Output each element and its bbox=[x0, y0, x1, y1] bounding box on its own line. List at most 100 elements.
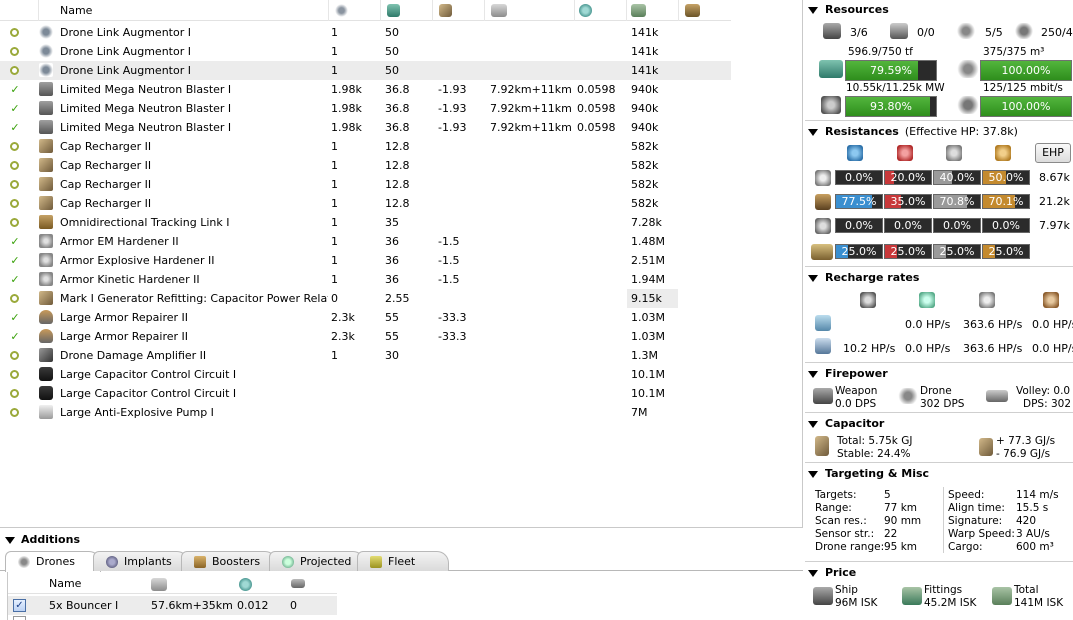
module-row[interactable]: Drone Link Augmentor I 1 50 141k bbox=[0, 42, 731, 61]
drone-row[interactable]: ✓ 5x Bouncer I 57.6km+35km 0.012 0 bbox=[8, 596, 337, 615]
module-icon-cell bbox=[0, 327, 56, 346]
module-range bbox=[490, 61, 575, 80]
module-row[interactable]: Cap Recharger II 1 12.8 582k bbox=[0, 137, 731, 156]
module-icon-cell bbox=[0, 384, 56, 403]
module-row[interactable]: Drone Link Augmentor I 1 50 141k bbox=[0, 23, 731, 42]
targeting-section-header[interactable]: Targeting & Misc bbox=[805, 466, 1073, 482]
capacitor-section-header[interactable]: Capacitor bbox=[805, 416, 1073, 432]
capacitor-recharge-icon bbox=[1043, 292, 1059, 308]
misc-key: Signature: bbox=[948, 515, 1003, 527]
col-name-header[interactable]: Name bbox=[38, 0, 328, 21]
resist-bar: 50.0% bbox=[982, 170, 1030, 185]
capacitor-icon bbox=[815, 436, 829, 456]
cpu-icon bbox=[387, 4, 400, 17]
module-row[interactable]: Drone Link Augmentor I 1 50 141k bbox=[0, 61, 731, 80]
module-range bbox=[490, 23, 575, 42]
firepower-title: Firepower bbox=[825, 367, 888, 380]
module-name: Mark I Generator Refitting: Capacitor Po… bbox=[60, 292, 328, 305]
module-cpu: 30 bbox=[385, 349, 399, 362]
targeting-value: 90 mm bbox=[884, 515, 922, 527]
resources-section-header[interactable]: Resources bbox=[805, 2, 1073, 18]
additions-header[interactable]: Additions bbox=[0, 531, 803, 549]
module-row[interactable]: Large Capacitor Control Circuit I 10.1M bbox=[0, 384, 731, 403]
module-range bbox=[490, 346, 575, 365]
module-row[interactable]: ✓ Armor Explosive Hardener II 1 36 -1.5 2.51M bbox=[0, 251, 731, 270]
velocity-icon[interactable] bbox=[291, 579, 305, 588]
tab-drones[interactable]: Drones bbox=[5, 551, 101, 572]
module-row[interactable]: ✓ Armor EM Hardener II 1 36 -1.5 1.48M bbox=[0, 232, 731, 251]
module-row[interactable]: Large Capacitor Control Circuit I 10.1M bbox=[0, 365, 731, 384]
tab-projected[interactable]: Projected bbox=[269, 551, 365, 571]
range-icon[interactable] bbox=[151, 578, 167, 591]
resist-value: 50.0% bbox=[988, 171, 1024, 184]
module-row[interactable]: Mark I Generator Refitting: Capacitor Po… bbox=[0, 289, 731, 308]
module-price: 10.1M bbox=[631, 387, 665, 400]
module-icon-cell bbox=[0, 137, 56, 156]
module-price: 141k bbox=[631, 64, 659, 77]
targeting-key: Targets: bbox=[815, 489, 857, 501]
resist-bar: 77.5% bbox=[835, 194, 883, 209]
module-row[interactable]: ✓ Armor Kinetic Hardener II 1 36 -1.5 1.94M bbox=[0, 270, 731, 289]
module-row[interactable]: ✓ Limited Mega Neutron Blaster I 1.98k 36.8… bbox=[0, 118, 731, 137]
col-range-header[interactable] bbox=[484, 0, 574, 21]
drone-bay-volume-bar: 100.00% bbox=[980, 60, 1072, 81]
ehp-toggle-button[interactable]: EHP bbox=[1035, 143, 1071, 163]
module-row[interactable]: Cap Recharger II 1 12.8 582k bbox=[0, 156, 731, 175]
tracking-icon[interactable] bbox=[239, 578, 252, 591]
col-cpu-header[interactable] bbox=[380, 0, 432, 21]
tab-boosters[interactable]: Boosters bbox=[181, 551, 277, 571]
drone-damage-amplifier-icon bbox=[39, 348, 53, 362]
module-row[interactable]: Large Anti-Explosive Pump I 7M bbox=[0, 403, 731, 422]
resist-value: 40.0% bbox=[939, 171, 975, 184]
module-cpu: 55 bbox=[385, 311, 399, 324]
module-drone-bandwidth: 1 bbox=[331, 273, 338, 286]
module-tracking bbox=[577, 156, 627, 175]
resist-bar: 70.1% bbox=[982, 194, 1030, 209]
drone-col-name[interactable]: Name bbox=[49, 574, 81, 593]
resistances-section-header[interactable]: Resistances (Effective HP: 37.8k) bbox=[805, 124, 1073, 140]
price-section-header[interactable]: Price bbox=[805, 565, 1073, 581]
blaster-icon bbox=[39, 101, 53, 115]
armor-repairer-icon bbox=[39, 329, 53, 343]
module-row[interactable]: Cap Recharger II 1 12.8 582k bbox=[0, 194, 731, 213]
module-name: Armor Kinetic Hardener II bbox=[60, 273, 200, 286]
tab-implants[interactable]: Implants bbox=[93, 551, 189, 571]
module-capacitor bbox=[438, 156, 488, 175]
tracking-link-icon bbox=[39, 215, 53, 229]
module-name: Limited Mega Neutron Blaster I bbox=[60, 102, 232, 115]
col-capacitor-header[interactable] bbox=[432, 0, 484, 21]
module-row[interactable]: Cap Recharger II 1 12.8 582k bbox=[0, 175, 731, 194]
range-icon bbox=[491, 4, 507, 17]
module-row[interactable]: ✓ Large Armor Repairer II 2.3k 55 -33.3 1.03M bbox=[0, 308, 731, 327]
layer-hp: 21.2k bbox=[1039, 195, 1070, 208]
tab-fleet[interactable]: Fleet bbox=[357, 551, 449, 571]
module-name: Drone Link Augmentor I bbox=[60, 26, 191, 39]
module-name: Large Armor Repairer II bbox=[60, 311, 189, 324]
module-price: 940k bbox=[631, 83, 659, 96]
recharge-section-header[interactable]: Recharge rates bbox=[805, 270, 1073, 286]
module-row[interactable]: Omnidirectional Tracking Link I 1 35 7.28k bbox=[0, 213, 731, 232]
module-drone-bandwidth: 1 bbox=[331, 26, 338, 39]
recharge-r2-armor: 0.0 HP/s bbox=[905, 342, 951, 355]
module-icon-cell bbox=[0, 118, 56, 137]
col-drone-bandwidth-header[interactable] bbox=[328, 0, 380, 21]
col-charge-header[interactable] bbox=[678, 0, 731, 21]
launcher-slots: 0/0 bbox=[917, 26, 935, 39]
module-drone-bandwidth: 1 bbox=[331, 159, 338, 172]
drone-active-checkbox[interactable]: ✓ bbox=[13, 599, 26, 612]
drone-tracking: 0.012 bbox=[237, 599, 269, 612]
module-tracking bbox=[577, 346, 627, 365]
ship-icon bbox=[813, 587, 833, 605]
resist-value: 25.0% bbox=[939, 245, 975, 258]
col-tracking-header[interactable] bbox=[574, 0, 626, 21]
firepower-section-header[interactable]: Firepower bbox=[805, 366, 1073, 382]
module-row[interactable]: ✓ Limited Mega Neutron Blaster I 1.98k 36.8… bbox=[0, 99, 731, 118]
rig-icon bbox=[39, 386, 53, 400]
module-tracking bbox=[577, 194, 627, 213]
module-row[interactable]: Drone Damage Amplifier II 1 30 1.3M bbox=[0, 346, 731, 365]
module-icon-cell bbox=[0, 23, 56, 42]
col-price-header[interactable] bbox=[626, 0, 678, 21]
module-row[interactable]: ✓ Limited Mega Neutron Blaster I 1.98k 36.8… bbox=[0, 80, 731, 99]
module-icon-cell bbox=[0, 403, 56, 422]
module-row[interactable]: ✓ Large Armor Repairer II 2.3k 55 -33.3 1.03M bbox=[0, 327, 731, 346]
